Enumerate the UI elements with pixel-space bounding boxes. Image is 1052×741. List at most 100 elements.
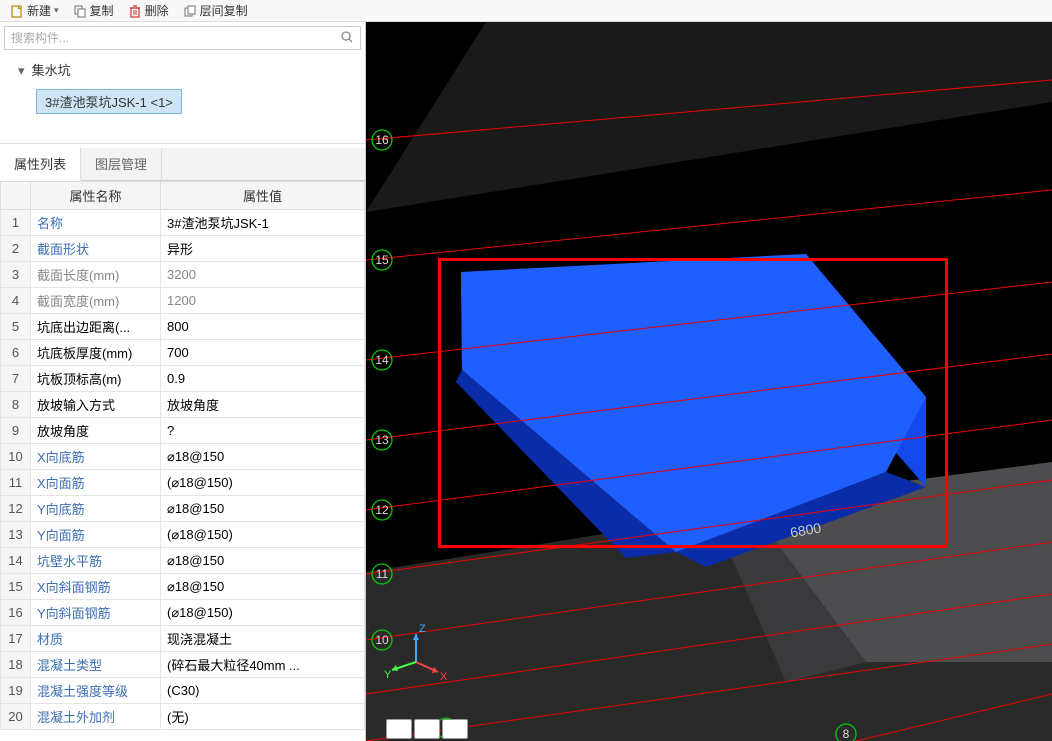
axis-label: 11 — [376, 567, 389, 581]
main-area: ▾ 集水坑 3#渣池泵坑JSK-1 <1> × 属性列表 图层管理 属性名称 属… — [0, 22, 1052, 741]
prop-name-cell[interactable]: 混凝土强度等级 — [31, 678, 161, 704]
property-table-wrap[interactable]: 属性名称 属性值 1名称3#渣池泵坑JSK-12截面形状异形3截面长度(mm)3… — [0, 181, 365, 741]
table-row[interactable]: 10X向底筋⌀18@150 — [1, 444, 365, 470]
prop-value-cell[interactable]: (C30) — [161, 678, 365, 704]
row-num: 11 — [1, 470, 31, 496]
prop-name-cell[interactable]: 放坡角度 — [31, 418, 161, 444]
prop-name-cell[interactable]: X向斜面钢筋 — [31, 574, 161, 600]
table-row[interactable]: 17材质现浇混凝土 — [1, 626, 365, 652]
prop-value-cell[interactable]: (无) — [161, 704, 365, 730]
dropdown-icon: ▾ — [54, 5, 59, 16]
row-num: 20 — [1, 704, 31, 730]
prop-value-cell[interactable]: 3#渣池泵坑JSK-1 — [161, 210, 365, 236]
prop-value-cell[interactable]: 3200 — [161, 262, 365, 288]
viewport-bottom-toolbar — [386, 719, 468, 739]
search-icon[interactable] — [340, 30, 354, 47]
row-num: 1 — [1, 210, 31, 236]
search-box[interactable] — [4, 26, 361, 50]
prop-name-cell[interactable]: 坑壁水平筋 — [31, 548, 161, 574]
delete-button[interactable]: 删除 — [122, 1, 175, 20]
table-row[interactable]: 18混凝土类型(碎石最大粒径40mm ... — [1, 652, 365, 678]
row-num: 10 — [1, 444, 31, 470]
table-row[interactable]: 11X向面筋(⌀18@150) — [1, 470, 365, 496]
prop-name-cell[interactable]: 放坡输入方式 — [31, 392, 161, 418]
tree-caret-icon[interactable]: ▾ — [18, 63, 28, 79]
prop-value-cell[interactable]: ⌀18@150 — [161, 574, 365, 600]
table-row[interactable]: 7坑板顶标高(m)0.9 — [1, 366, 365, 392]
prop-name-cell[interactable]: Y向底筋 — [31, 496, 161, 522]
prop-value-cell[interactable]: (⌀18@150) — [161, 470, 365, 496]
prop-value-cell[interactable]: 现浇混凝土 — [161, 626, 365, 652]
table-row[interactable]: 19混凝土强度等级(C30) — [1, 678, 365, 704]
table-row[interactable]: 6坑底板厚度(mm)700 — [1, 340, 365, 366]
view-btn-3[interactable] — [442, 719, 468, 739]
row-num: 4 — [1, 288, 31, 314]
prop-name-cell[interactable]: 截面长度(mm) — [31, 262, 161, 288]
new-button[interactable]: 新建 ▾ — [4, 1, 65, 20]
tree-root-label: 集水坑 — [32, 63, 71, 78]
table-row[interactable]: 1名称3#渣池泵坑JSK-1 — [1, 210, 365, 236]
layer-copy-button[interactable]: 层间复制 — [177, 1, 254, 20]
prop-value-cell[interactable]: (⌀18@150) — [161, 522, 365, 548]
delete-icon — [128, 4, 142, 18]
table-row[interactable]: 4截面宽度(mm)1200 — [1, 288, 365, 314]
prop-name-cell[interactable]: 截面宽度(mm) — [31, 288, 161, 314]
prop-name-cell[interactable]: 材质 — [31, 626, 161, 652]
view-btn-1[interactable] — [386, 719, 412, 739]
row-num: 5 — [1, 314, 31, 340]
search-input[interactable] — [11, 31, 340, 45]
prop-value-cell[interactable]: 800 — [161, 314, 365, 340]
prop-value-cell[interactable]: 1200 — [161, 288, 365, 314]
prop-name-cell[interactable]: 坑底板厚度(mm) — [31, 340, 161, 366]
prop-value-cell[interactable]: 放坡角度 — [161, 392, 365, 418]
prop-name-cell[interactable]: Y向面筋 — [31, 522, 161, 548]
prop-value-cell[interactable]: ⌀18@150 — [161, 444, 365, 470]
axis-label: 8 — [843, 727, 850, 741]
gizmo-y: Y — [384, 669, 392, 681]
gizmo-z: Z — [419, 623, 426, 635]
prop-name-cell[interactable]: Y向斜面钢筋 — [31, 600, 161, 626]
prop-value-cell[interactable]: ⌀18@150 — [161, 548, 365, 574]
prop-name-cell[interactable]: 混凝土外加剂 — [31, 704, 161, 730]
tree-root[interactable]: ▾ 集水坑 — [8, 58, 357, 83]
view-btn-2[interactable] — [414, 719, 440, 739]
table-row[interactable]: 13Y向面筋(⌀18@150) — [1, 522, 365, 548]
prop-name-cell[interactable]: 混凝土类型 — [31, 652, 161, 678]
delete-label: 删除 — [145, 2, 169, 19]
table-row[interactable]: 5坑底出边距离(...800 — [1, 314, 365, 340]
prop-name-cell[interactable]: 截面形状 — [31, 236, 161, 262]
table-row[interactable]: 2截面形状异形 — [1, 236, 365, 262]
prop-value-cell[interactable]: 700 — [161, 340, 365, 366]
table-row[interactable]: 3截面长度(mm)3200 — [1, 262, 365, 288]
row-num: 17 — [1, 626, 31, 652]
prop-value-cell[interactable]: ? — [161, 418, 365, 444]
main-toolbar: 新建 ▾ 复制 删除 层间复制 — [0, 0, 1052, 22]
row-num: 16 — [1, 600, 31, 626]
axis-label: 15 — [375, 253, 389, 267]
table-row[interactable]: 16Y向斜面钢筋(⌀18@150) — [1, 600, 365, 626]
prop-value-cell[interactable]: (⌀18@150) — [161, 600, 365, 626]
prop-name-cell[interactable]: 坑底出边距离(... — [31, 314, 161, 340]
prop-value-cell[interactable]: 异形 — [161, 236, 365, 262]
3d-viewport[interactable]: 1615141312111098 Z X Y 6800 — [366, 22, 1052, 741]
prop-name-cell[interactable]: 坑板顶标高(m) — [31, 366, 161, 392]
prop-name-cell[interactable]: X向底筋 — [31, 444, 161, 470]
prop-value-cell[interactable]: 0.9 — [161, 366, 365, 392]
prop-name-cell[interactable]: 名称 — [31, 210, 161, 236]
tree-selected-item[interactable]: 3#渣池泵坑JSK-1 <1> — [36, 89, 182, 114]
prop-value-cell[interactable]: (碎石最大粒径40mm ... — [161, 652, 365, 678]
table-row[interactable]: 12Y向底筋⌀18@150 — [1, 496, 365, 522]
gizmo-x: X — [440, 671, 448, 683]
table-row[interactable]: 15X向斜面钢筋⌀18@150 — [1, 574, 365, 600]
tab-properties[interactable]: 属性列表 — [0, 148, 81, 181]
table-row[interactable]: 14坑壁水平筋⌀18@150 — [1, 548, 365, 574]
prop-value-cell[interactable]: ⌀18@150 — [161, 496, 365, 522]
copy-button[interactable]: 复制 — [67, 1, 120, 20]
prop-name-cell[interactable]: X向面筋 — [31, 470, 161, 496]
tab-layer[interactable]: 图层管理 — [81, 148, 162, 180]
table-row[interactable]: 20混凝土外加剂(无) — [1, 704, 365, 730]
table-row[interactable]: 9放坡角度? — [1, 418, 365, 444]
table-row[interactable]: 8放坡输入方式放坡角度 — [1, 392, 365, 418]
new-label: 新建 — [27, 2, 51, 19]
axis-label: 13 — [375, 433, 389, 447]
